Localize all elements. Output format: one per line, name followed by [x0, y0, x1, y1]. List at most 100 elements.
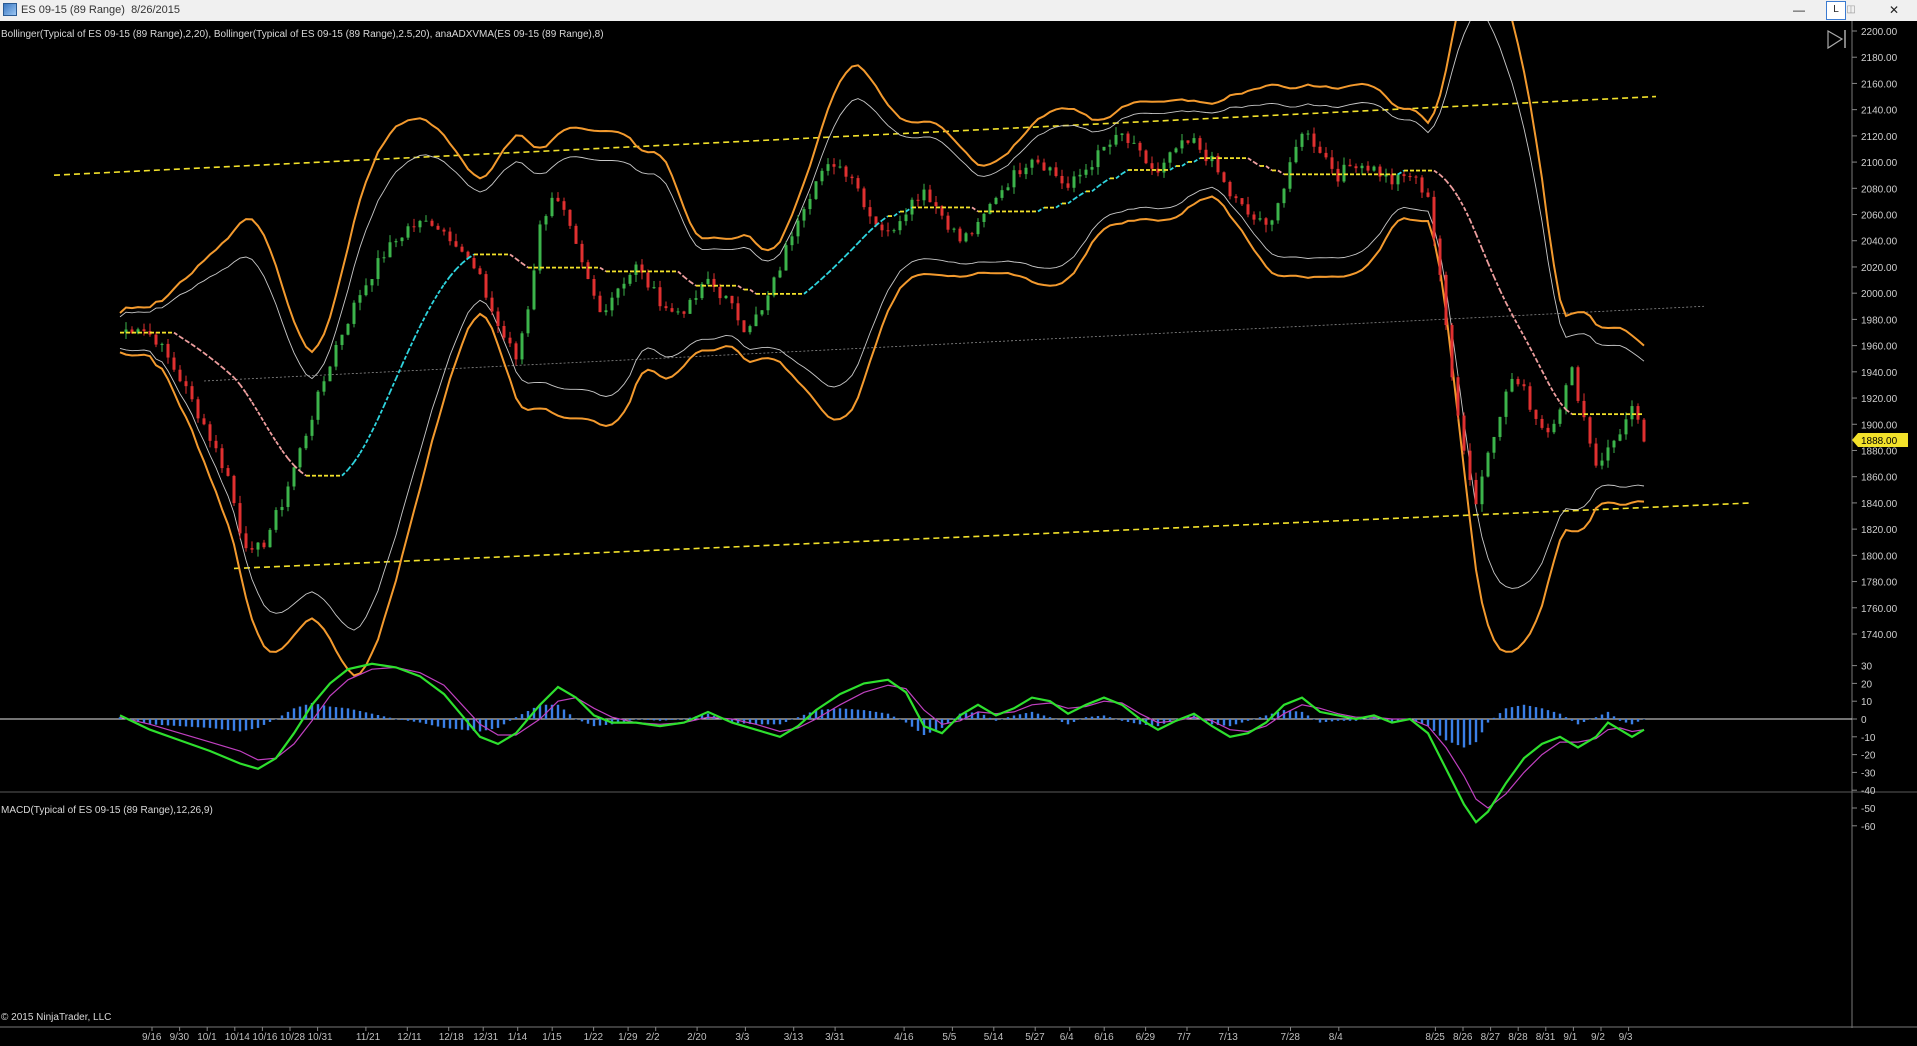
- macd-histogram-bar: [1552, 711, 1556, 719]
- macd-histogram-bar: [1576, 719, 1580, 725]
- macd-histogram-bar: [1630, 719, 1634, 725]
- candle-body: [892, 230, 896, 232]
- macd-histogram-bar: [1132, 719, 1136, 724]
- candle-body: [268, 529, 272, 548]
- macd-histogram-bar: [568, 714, 572, 719]
- restore-button[interactable]: ◫: [1845, 0, 1857, 20]
- candle-body: [670, 308, 674, 312]
- macd-histogram-bar: [706, 713, 710, 719]
- candle-body: [1228, 181, 1232, 197]
- candle-body: [208, 424, 212, 441]
- candle-body: [790, 236, 794, 246]
- macd-histogram-bar: [862, 710, 866, 719]
- date-tick-label: 1/29: [618, 1032, 638, 1043]
- macd-histogram-bar: [1438, 719, 1442, 736]
- candle-body: [994, 197, 998, 204]
- candle-body: [1012, 170, 1016, 188]
- candle-body: [1312, 133, 1316, 147]
- macd-histogram-bar: [394, 719, 398, 720]
- window-title: ES 09-15 (89 Range) 8/26/2015: [21, 4, 181, 16]
- candle-body: [748, 326, 752, 333]
- candle-body: [1126, 133, 1130, 143]
- minimize-button[interactable]: —: [1782, 0, 1816, 20]
- macd-histogram-bar: [220, 719, 224, 730]
- candle-body: [1066, 183, 1070, 188]
- macd-histogram-bar: [1258, 717, 1262, 719]
- macd-histogram-bar: [448, 719, 452, 729]
- macd-histogram-bar: [952, 718, 956, 719]
- candle-body: [1396, 174, 1400, 185]
- candle-body: [184, 381, 188, 387]
- chart-area[interactable]: Bollinger(Typical of ES 09-15 (89 Range)…: [0, 21, 1917, 1046]
- macd-histogram-bar: [988, 717, 992, 719]
- macd-histogram-bar: [508, 719, 512, 721]
- macd-histogram-bar: [1324, 719, 1328, 722]
- macd-histogram-bar: [1618, 719, 1622, 721]
- macd-histogram-bar: [586, 719, 590, 724]
- candle-body: [742, 320, 746, 333]
- macd-histogram-bar: [598, 719, 602, 726]
- macd-histogram-bar: [364, 712, 368, 719]
- macd-histogram-bar: [196, 719, 200, 728]
- macd-histogram-bar: [778, 719, 782, 725]
- candle-body: [316, 391, 320, 420]
- date-tick-label: 7/28: [1281, 1032, 1301, 1043]
- candle-body: [1528, 386, 1532, 410]
- date-tick-label: 5/27: [1025, 1032, 1045, 1043]
- date-tick-label: 5/5: [942, 1032, 956, 1043]
- price-tick-label: 1740.00: [1861, 630, 1898, 641]
- macd-histogram-bar: [1636, 719, 1640, 722]
- candle-body: [526, 309, 530, 334]
- candle-body: [928, 189, 932, 203]
- price-tick-label: 1820.00: [1861, 525, 1898, 536]
- candle-body: [916, 199, 920, 201]
- candle-body: [490, 297, 494, 312]
- candle-body: [1402, 174, 1406, 177]
- link-button[interactable]: L: [1826, 1, 1846, 20]
- candle-body: [976, 221, 980, 235]
- price-tick-label: 1880.00: [1861, 446, 1898, 457]
- macd-histogram-bar: [418, 719, 422, 723]
- macd-histogram-bar: [298, 706, 302, 719]
- macd-histogram-bar: [1240, 719, 1244, 723]
- date-tick-label: 1/14: [508, 1032, 528, 1043]
- date-tick-label: 9/2: [1591, 1032, 1605, 1043]
- candle-body: [922, 189, 926, 201]
- chart-background: [0, 21, 1917, 1046]
- candle-body: [844, 166, 848, 177]
- candle-body: [304, 435, 308, 449]
- price-indicator-label: Bollinger(Typical of ES 09-15 (89 Range)…: [1, 29, 604, 40]
- macd-histogram-bar: [646, 719, 650, 720]
- macd-histogram-bar: [238, 719, 242, 732]
- macd-histogram-bar: [1528, 705, 1532, 719]
- close-button[interactable]: ✕: [1877, 0, 1911, 20]
- candle-body: [448, 231, 452, 242]
- macd-histogram-bar: [670, 719, 674, 720]
- candle-body: [1288, 162, 1292, 189]
- candle-body: [1636, 406, 1640, 420]
- macd-histogram-bar: [790, 719, 794, 720]
- current-price-tag: 1888.00: [1852, 432, 1908, 447]
- candle-body: [1558, 409, 1562, 424]
- candle-body: [160, 343, 164, 345]
- candle-body: [340, 334, 344, 345]
- candle-body: [652, 287, 656, 289]
- candle-body: [1282, 188, 1286, 204]
- macd-histogram-bar: [1234, 719, 1238, 725]
- candle-body: [724, 295, 728, 299]
- macd-histogram-bar: [178, 719, 182, 727]
- candle-body: [544, 216, 548, 225]
- candle-body: [1504, 391, 1508, 417]
- candle-body: [142, 329, 146, 332]
- candle-body: [1600, 460, 1604, 466]
- macd-tick-label: -60: [1861, 822, 1876, 833]
- macd-histogram-bar: [1642, 719, 1646, 720]
- date-tick-label: 9/3: [1619, 1032, 1633, 1043]
- chart-app-icon: [3, 3, 17, 16]
- macd-histogram-bar: [892, 716, 896, 719]
- macd-histogram-bar: [1246, 719, 1250, 721]
- price-tick-label: 2080.00: [1861, 184, 1898, 195]
- macd-histogram-bar: [334, 707, 338, 719]
- candle-body: [1642, 419, 1646, 442]
- candle-body: [946, 215, 950, 230]
